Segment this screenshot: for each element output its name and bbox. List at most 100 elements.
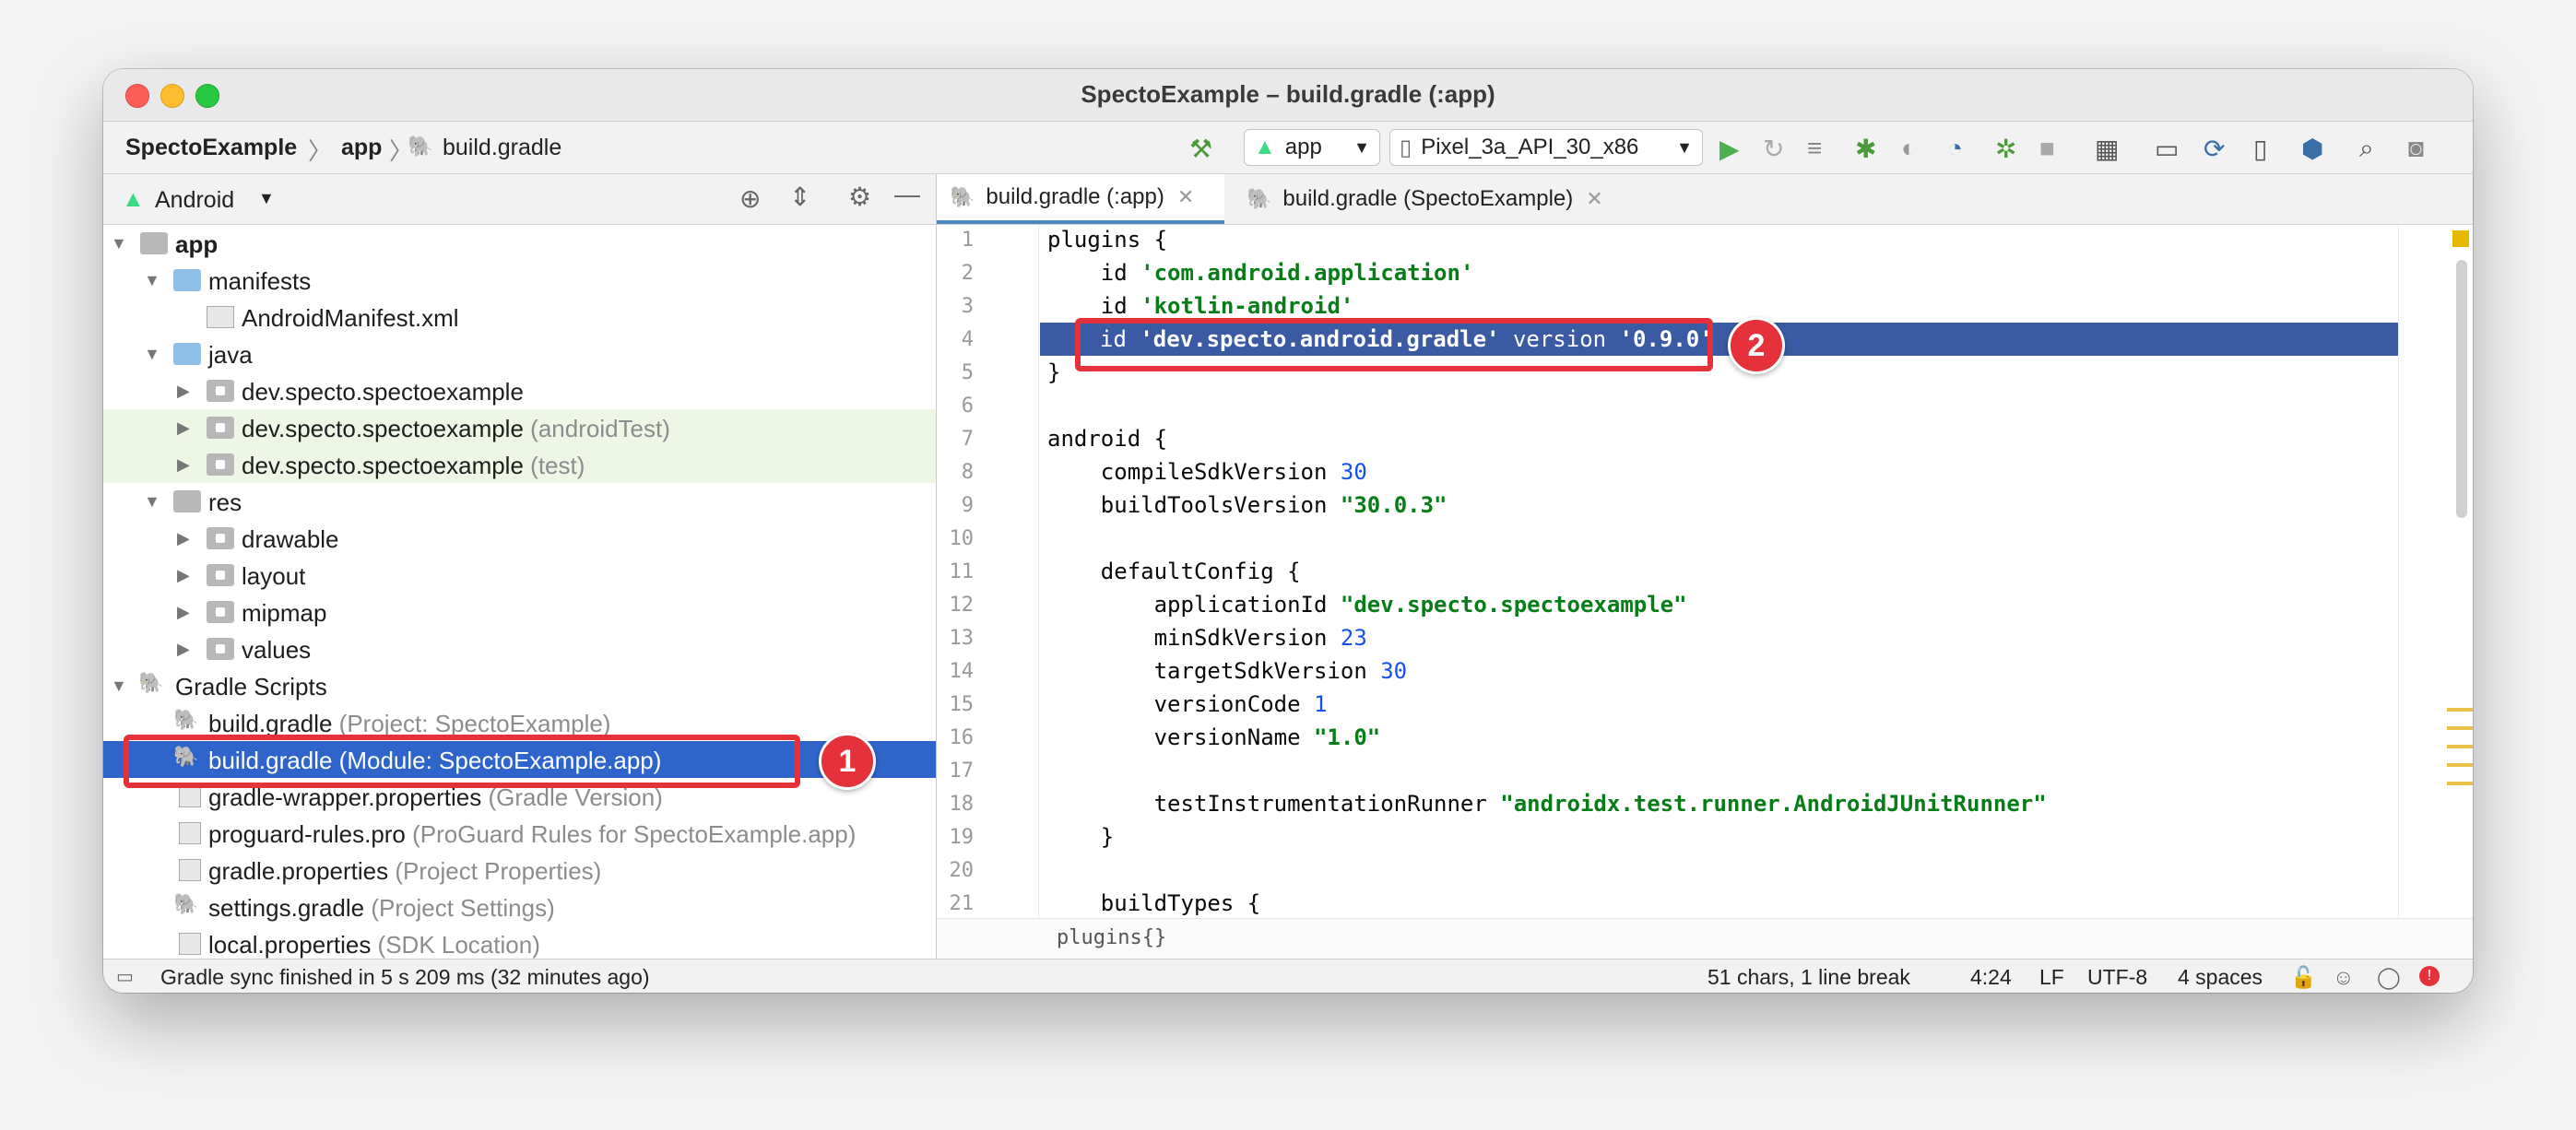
sdk-manager-icon[interactable]: ⬢ (2301, 133, 2323, 164)
scrollbar-thumb[interactable] (2456, 260, 2467, 518)
tree-item-mipmap[interactable]: ▶ mipmap (103, 594, 936, 630)
avd-manager-icon[interactable]: ▭ (2155, 133, 2179, 164)
line-separator[interactable]: LF (2039, 965, 2064, 990)
expand-arrow-icon[interactable]: ▶ (177, 566, 190, 585)
callout-box-1 (124, 735, 800, 788)
gradle-elephant-icon: 🐘 (173, 708, 199, 731)
notifications-icon[interactable]: ◯ (2377, 965, 2401, 990)
expand-arrow-icon[interactable]: ▶ (177, 603, 190, 622)
tree-item-label: dev.specto.spectoexample (242, 452, 524, 479)
folder-icon (207, 601, 234, 623)
tree-item-package-androidtest[interactable]: ▶ dev.specto.spectoexample (androidTest) (103, 409, 936, 446)
indent-setting[interactable]: 4 spaces (2178, 965, 2263, 990)
device-manager-icon[interactable]: ▯ (2253, 133, 2267, 164)
attach-debugger-icon[interactable]: ◐ (1901, 133, 1917, 164)
package-icon (207, 380, 234, 402)
tab-build-gradle-project[interactable]: 🐘 build.gradle (SpectoExample) ✕ (1234, 174, 1603, 224)
editor-breadcrumb-label[interactable]: plugins{} (1057, 926, 1166, 949)
tree-item-label: layout (242, 562, 306, 590)
project-view-selector[interactable]: Android (155, 187, 234, 214)
expand-arrow-icon[interactable]: ▶ (177, 382, 190, 401)
tree-item-androidmanifest[interactable]: AndroidManifest.xml (103, 299, 936, 335)
locate-file-icon[interactable]: ⊕ (739, 183, 761, 214)
tree-item-proguard[interactable]: proguard-rules.pro (ProGuard Rules for S… (103, 815, 936, 852)
expand-arrow-icon[interactable]: ▼ (111, 234, 127, 253)
stop-icon[interactable]: ■ (2039, 133, 2055, 164)
sync-gradle-icon[interactable]: ⟳ (2204, 133, 2225, 164)
folder-icon (173, 269, 201, 291)
tree-item-gradle-scripts[interactable]: ▼ 🐘 Gradle Scripts (103, 667, 936, 704)
gear-icon[interactable]: ⚙ (848, 182, 871, 212)
run-icon[interactable]: ▶ (1719, 133, 1740, 164)
expand-arrow-icon[interactable]: ▼ (144, 345, 160, 364)
apply-code-changes-icon[interactable]: ≡ (1807, 133, 1822, 164)
apply-changes-icon[interactable]: ↻ (1763, 133, 1784, 164)
expand-arrow-icon[interactable]: ▶ (177, 529, 190, 548)
expand-arrow-icon[interactable]: ▶ (177, 640, 190, 659)
debug-attach-icon[interactable]: ✲ (1995, 133, 2016, 164)
breadcrumb-file[interactable]: build.gradle (443, 135, 561, 161)
profile-icon[interactable]: ◔ (1947, 133, 1963, 164)
tree-item-label: values (242, 636, 312, 664)
collapse-all-icon[interactable]: ⇕ (789, 182, 810, 212)
tree-item-label: mipmap (242, 599, 327, 627)
folder-icon (207, 564, 234, 586)
expand-arrow-icon[interactable]: ▼ (111, 677, 127, 696)
line-number: 13 (949, 627, 975, 650)
warning-marker[interactable] (2452, 230, 2469, 247)
breadcrumb-project[interactable]: SpectoExample (125, 135, 297, 161)
expand-arrow-icon[interactable]: ▶ (177, 455, 190, 475)
line-number: 16 (949, 726, 975, 749)
device-combo[interactable]: ▯ Pixel_3a_API_30_x86 ▼ (1389, 129, 1703, 166)
tree-item-hint: (SDK Location) (377, 931, 540, 959)
tree-item-res[interactable]: ▼ res (103, 483, 936, 520)
chevron-down-icon[interactable]: ▼ (258, 189, 275, 208)
tree-item-drawable[interactable]: ▶ drawable (103, 520, 936, 557)
line-number: 15 (949, 693, 975, 716)
tree-item-label: build.gradle (208, 710, 333, 737)
tab-build-gradle-app[interactable]: 🐘 build.gradle (:app) ✕ (937, 174, 1224, 224)
gradle-elephant-icon: 🐘 (1247, 187, 1272, 210)
editor-scrollbar-area[interactable] (2398, 225, 2473, 918)
tree-item-label: drawable (242, 525, 339, 553)
file-encoding[interactable]: UTF-8 (2087, 965, 2147, 990)
code-line: targetSdkVersion 30 (1047, 658, 1408, 684)
caret-position[interactable]: 4:24 (1970, 965, 2012, 990)
tree-item-values[interactable]: ▶ values (103, 630, 936, 667)
build-hammer-icon[interactable]: ⚒ (1189, 133, 1212, 164)
expand-arrow-icon[interactable]: ▶ (177, 418, 190, 438)
project-structure-icon[interactable]: ▦ (2095, 133, 2119, 164)
line-number: 9 (961, 494, 974, 517)
tree-item-layout[interactable]: ▶ layout (103, 557, 936, 594)
error-icon[interactable]: ! (2419, 966, 2440, 986)
debug-icon[interactable]: ✱ (1855, 133, 1876, 164)
line-number: 19 (949, 826, 975, 849)
run-config-combo[interactable]: ▲ app ▼ (1244, 129, 1380, 166)
properties-file-icon (179, 785, 201, 807)
lock-icon[interactable]: 🔓 (2290, 965, 2317, 990)
breadcrumb-module[interactable]: app (341, 135, 382, 161)
code-line: buildToolsVersion "30.0.3" (1047, 492, 1448, 518)
tree-item-local-properties[interactable]: local.properties (SDK Location) (103, 925, 936, 959)
properties-file-icon (179, 859, 201, 881)
expand-arrow-icon[interactable]: ▼ (144, 271, 160, 290)
tree-item-gradle-properties[interactable]: gradle.properties (Project Properties) (103, 852, 936, 889)
account-icon[interactable]: ◙ (2408, 133, 2424, 164)
status-message[interactable]: Gradle sync finished in 5 s 209 ms (32 m… (160, 965, 650, 990)
tree-item-hint: (Project: SpectoExample) (338, 710, 611, 737)
tree-item-manifests[interactable]: ▼ manifests (103, 262, 936, 299)
close-icon[interactable]: ✕ (1177, 185, 1194, 209)
expand-arrow-icon[interactable]: ▼ (144, 492, 160, 512)
toggle-tool-windows-icon[interactable]: ▭ (116, 965, 134, 988)
tree-item-app[interactable]: ▼ app (103, 225, 936, 262)
ide-window: SpectoExample – build.gradle (:app) Spec… (103, 69, 2473, 993)
line-number-gutter: 1 2 3 4 5 6 7 8 9 10 11 12 13 14 15 16 1… (937, 225, 1039, 918)
tree-item-package[interactable]: ▶ dev.specto.spectoexample (103, 372, 936, 409)
close-icon[interactable]: ✕ (1586, 187, 1602, 211)
search-icon[interactable]: ⌕ (2359, 133, 2374, 164)
tree-item-settings-gradle[interactable]: 🐘 settings.gradle (Project Settings) (103, 889, 936, 925)
inspector-icon[interactable]: ☺ (2333, 965, 2354, 990)
hide-panel-icon[interactable]: — (894, 180, 920, 209)
tree-item-package-test[interactable]: ▶ dev.specto.spectoexample (test) (103, 446, 936, 483)
tree-item-java[interactable]: ▼ java (103, 335, 936, 372)
